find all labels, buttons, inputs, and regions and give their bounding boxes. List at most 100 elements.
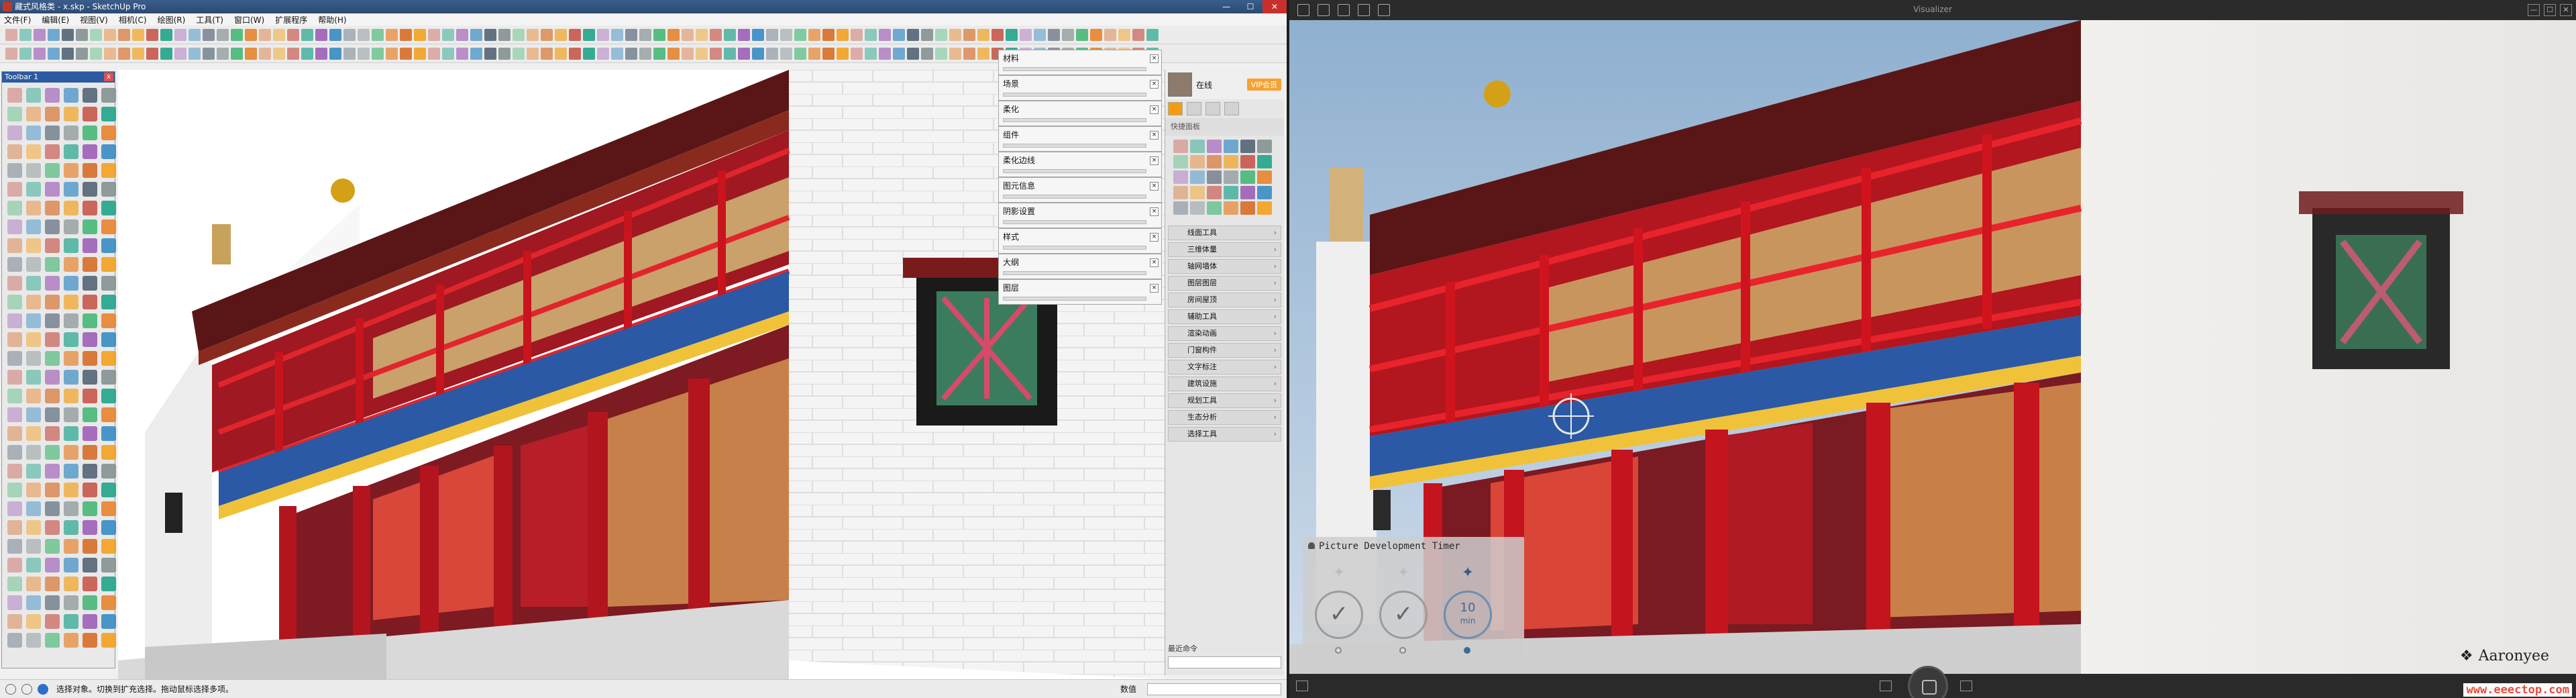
toolbar-tool-icon[interactable] — [541, 29, 553, 41]
toolbar-tool-icon[interactable] — [780, 29, 792, 41]
render-preview[interactable]: Picture Development Timer ✦ ✓ ✦ ✓ ✦ 10 mi… — [1289, 20, 2576, 674]
tool-icon[interactable] — [26, 539, 41, 554]
toolbar-tool-icon[interactable] — [90, 48, 102, 60]
toolbar-tool-icon[interactable] — [358, 29, 370, 41]
plugin-tool-icon[interactable] — [1224, 201, 1238, 215]
tool-icon[interactable] — [101, 633, 116, 648]
toolbar-tool-icon[interactable] — [118, 48, 130, 60]
tool-icon[interactable] — [101, 88, 116, 103]
tool-icon[interactable] — [101, 163, 116, 178]
toolbar-tool-icon[interactable] — [710, 29, 722, 41]
toolbar-tool-icon[interactable] — [794, 29, 806, 41]
tool-icon[interactable] — [101, 501, 116, 516]
toolbar-tool-icon[interactable] — [5, 29, 17, 41]
tool-icon[interactable] — [7, 633, 22, 648]
plugin-category[interactable]: 文字标注 — [1168, 360, 1281, 375]
toolbar-tool-icon[interactable] — [498, 48, 511, 60]
tool-icon[interactable] — [26, 464, 41, 479]
plugin-tool-icon[interactable] — [1240, 201, 1255, 215]
toolbar-tool-icon[interactable] — [428, 29, 440, 41]
tool-icon[interactable] — [83, 389, 97, 403]
toolbar-tool-icon[interactable] — [682, 48, 694, 60]
tool-icon[interactable] — [83, 88, 97, 103]
tool-icon[interactable] — [101, 389, 116, 403]
tool-icon[interactable] — [83, 182, 97, 197]
export-icon[interactable] — [1296, 681, 1308, 691]
tool-icon[interactable] — [64, 163, 78, 178]
toolbar-tool-icon[interactable] — [639, 29, 651, 41]
tool-icon[interactable] — [7, 614, 22, 629]
tool-icon[interactable] — [83, 295, 97, 309]
tool-icon[interactable] — [45, 276, 60, 291]
tool-icon[interactable] — [101, 595, 116, 610]
toolbar-tool-icon[interactable] — [189, 29, 201, 41]
tool-icon[interactable] — [45, 595, 60, 610]
toolbar-tool-icon[interactable] — [513, 48, 525, 60]
toolbar-tool-icon[interactable] — [372, 48, 384, 60]
toolbar-tool-icon[interactable] — [991, 29, 1004, 41]
recent-commands-box[interactable] — [1168, 656, 1281, 668]
plugin-tool-icon[interactable] — [1224, 140, 1238, 153]
tool-icon[interactable] — [26, 332, 41, 347]
tool-icon[interactable] — [101, 520, 116, 535]
tool-icon[interactable] — [64, 539, 78, 554]
tool-icon[interactable] — [64, 483, 78, 497]
toolbar-panel-close-icon[interactable]: x — [104, 72, 113, 81]
tool-icon[interactable] — [45, 257, 60, 272]
tool-icon[interactable] — [64, 276, 78, 291]
credits-icon[interactable] — [21, 683, 32, 695]
tool-icon[interactable] — [83, 633, 97, 648]
toolbar-tool-icon[interactable] — [329, 48, 341, 60]
tool-icon[interactable] — [83, 464, 97, 479]
tool-icon[interactable] — [64, 445, 78, 460]
tool-icon[interactable] — [83, 257, 97, 272]
tool-icon[interactable] — [83, 126, 97, 140]
tool-icon[interactable] — [26, 520, 41, 535]
tool-icon[interactable] — [45, 295, 60, 309]
toolbar-tool-icon[interactable] — [484, 29, 496, 41]
tool-icon[interactable] — [45, 407, 60, 422]
tool-icon[interactable] — [45, 426, 60, 441]
toolbar-tool-icon[interactable] — [217, 48, 229, 60]
toolbar-tool-icon[interactable] — [287, 48, 299, 60]
timer-step-2[interactable]: ✦ ✓ — [1377, 564, 1430, 658]
plugin-tool-icon[interactable] — [1207, 170, 1222, 184]
tool-icon[interactable] — [7, 351, 22, 366]
toolbar-tool-icon[interactable] — [217, 29, 229, 41]
tool-icon[interactable] — [101, 201, 116, 215]
toolbar-tool-icon[interactable] — [48, 48, 60, 60]
tool-icon[interactable] — [26, 313, 41, 328]
toolbar-tool-icon[interactable] — [1020, 29, 1032, 41]
tool-icon[interactable] — [101, 539, 116, 554]
toolbar-tool-icon[interactable] — [822, 29, 835, 41]
toolbar-tool-icon[interactable] — [1034, 29, 1046, 41]
toolbar-tool-icon[interactable] — [174, 48, 186, 60]
tool-icon[interactable] — [26, 577, 41, 591]
menu-tools[interactable]: 工具(T) — [196, 14, 223, 26]
toolbar-tool-icon[interactable] — [1146, 29, 1159, 41]
toolbar-tool-icon[interactable] — [62, 48, 74, 60]
tool-icon[interactable] — [101, 238, 116, 253]
render-maximize-button[interactable]: ☐ — [2544, 4, 2556, 16]
toolbar-panel-header[interactable]: Toolbar 1 x — [2, 72, 115, 83]
menu-window[interactable]: 窗口(W) — [234, 14, 264, 26]
tray-item[interactable]: 阴影设置 × — [998, 203, 1162, 228]
tool-icon[interactable] — [26, 633, 41, 648]
toolbar-tool-icon[interactable] — [977, 29, 989, 41]
toolbar-tool-icon[interactable] — [329, 29, 341, 41]
tray-item[interactable]: 柔化边线 × — [998, 152, 1162, 177]
tray-item[interactable]: 大纲 × — [998, 254, 1162, 279]
tool-icon[interactable] — [83, 407, 97, 422]
plugin-category[interactable]: 图层图层 — [1168, 276, 1281, 291]
plugin-tool-icon[interactable] — [1224, 186, 1238, 199]
tool-icon[interactable] — [101, 558, 116, 572]
toolbar-tool-icon[interactable] — [907, 48, 919, 60]
plugin-category[interactable]: 线面工具 — [1168, 226, 1281, 240]
tool-icon[interactable] — [7, 88, 22, 103]
toolbar-tool-icon[interactable] — [34, 29, 46, 41]
toolbar-tool-icon[interactable] — [498, 29, 511, 41]
tool-icon[interactable] — [83, 501, 97, 516]
plugin-category[interactable]: 建筑设施 — [1168, 377, 1281, 391]
tool-icon[interactable] — [7, 313, 22, 328]
tool-icon[interactable] — [83, 332, 97, 347]
